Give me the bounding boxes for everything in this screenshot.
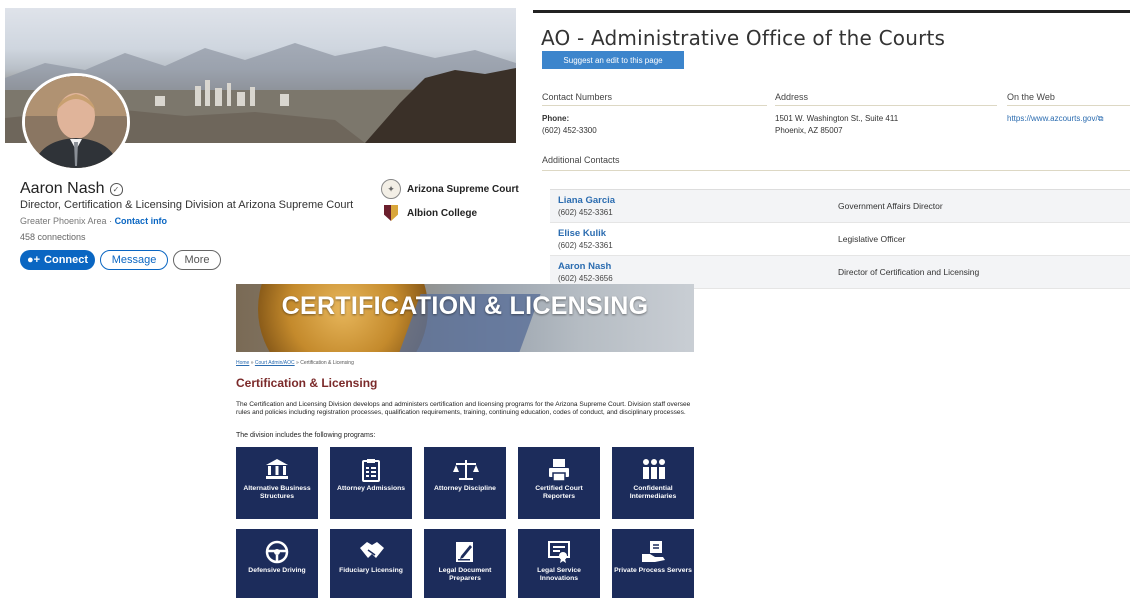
connect-button[interactable]: ●+ Connect: [20, 250, 95, 270]
contact-phone: (602) 452-3656: [558, 274, 613, 283]
column-contact-numbers: Contact Numbers: [542, 92, 767, 106]
tile-label: Private Process Servers: [614, 567, 692, 574]
address-line-2: Phoenix, AZ 85007: [775, 126, 843, 135]
table-row: Liana Garcia (602) 452-3361 Government A…: [550, 190, 1130, 223]
certification-licensing-page: CERTIFICATION & LICENSING Home » Court A…: [236, 284, 694, 598]
profile-avatar[interactable]: [22, 73, 130, 171]
printer-icon: [549, 459, 569, 482]
contact-name-link[interactable]: Liana Garcia: [558, 195, 615, 206]
contacts-table: Liana Garcia (602) 452-3361 Government A…: [550, 189, 1130, 289]
column-address: Address: [775, 92, 997, 106]
org-albion-college[interactable]: Albion College: [381, 205, 477, 221]
profile-name: Aaron Nash ✓: [20, 180, 123, 198]
profile-location-line: Greater Phoenix Area · Contact info: [20, 216, 167, 226]
add-person-icon: ●+: [26, 254, 41, 266]
profile-actions: ●+ Connect Message More: [20, 250, 221, 270]
document-pen-icon: [456, 542, 473, 562]
tile-confidential-intermediaries[interactable]: Confidential Intermediaries: [612, 447, 694, 519]
tile-alternative-business-structures[interactable]: Alternative Business Structures: [236, 447, 318, 519]
more-button[interactable]: More: [173, 250, 221, 270]
tile-label: Legal Document Preparers: [438, 567, 492, 582]
org-label: Albion College: [407, 207, 477, 219]
scales-icon: [453, 460, 479, 480]
profile-name-text: Aaron Nash: [20, 180, 105, 197]
tile-certified-court-reporters[interactable]: Certified Court Reporters: [518, 447, 600, 519]
contact-title: Director of Certification and Licensing: [838, 267, 980, 277]
tile-attorney-discipline[interactable]: Attorney Discipline: [424, 447, 506, 519]
college-shield-icon: [384, 205, 398, 221]
breadcrumb-current: Certification & Licensing: [300, 360, 354, 366]
column-on-the-web: On the Web: [1007, 92, 1130, 106]
breadcrumb-court-admin[interactable]: Court Admin/AOC: [255, 360, 295, 366]
programs-intro: The division includes the following prog…: [236, 432, 376, 439]
contact-name-link[interactable]: Aaron Nash: [558, 261, 611, 272]
verified-shield-icon: ✓: [109, 182, 123, 196]
contact-title: Legislative Officer: [838, 234, 906, 244]
additional-contacts-heading: Additional Contacts: [542, 155, 1130, 171]
address-cell: 1501 W. Washington St., Suite 411 Phoeni…: [775, 113, 898, 137]
ao-directory-panel: AO - Administrative Office of the Courts…: [533, 0, 1130, 289]
hero-banner: CERTIFICATION & LICENSING: [236, 284, 694, 352]
tile-label: Confidential Intermediaries: [629, 485, 677, 500]
top-border: [533, 10, 1130, 13]
tile-attorney-admissions[interactable]: Attorney Admissions: [330, 447, 412, 519]
message-button[interactable]: Message: [100, 250, 168, 270]
breadcrumb-home[interactable]: Home: [236, 360, 249, 366]
handshake-icon: [360, 542, 384, 558]
contact-name-link[interactable]: Elise Kulik: [558, 228, 606, 239]
website-link[interactable]: https://www.azcourts.gov/⧉: [1007, 113, 1103, 125]
people-icon: [643, 459, 665, 479]
contact-phone: (602) 452-3361: [558, 241, 613, 250]
profile-location: Greater Phoenix Area: [20, 216, 107, 226]
tile-label: Defensive Driving: [248, 567, 306, 574]
connections-count: 458 connections: [20, 232, 86, 242]
contact-info-link[interactable]: Contact info: [115, 216, 168, 226]
external-link-icon: ⧉: [1097, 114, 1104, 123]
suggest-edit-button[interactable]: Suggest an edit to this page: [542, 51, 684, 69]
org-arizona-supreme-court[interactable]: ✦ Arizona Supreme Court: [381, 179, 519, 199]
address-line-1: 1501 W. Washington St., Suite 411: [775, 114, 899, 123]
page-title: AO - Administrative Office of the Courts: [541, 26, 946, 50]
table-row: Elise Kulik (602) 452-3361 Legislative O…: [550, 223, 1130, 256]
phone-cell: Phone: (602) 452-3300: [542, 113, 597, 137]
tile-legal-document-preparers[interactable]: Legal Document Preparers: [424, 529, 506, 598]
court-seal-icon: ✦: [381, 179, 401, 199]
tile-private-process-servers[interactable]: Private Process Servers: [612, 529, 694, 598]
tile-label: Fiduciary Licensing: [339, 567, 403, 574]
certificate-icon: [548, 541, 570, 563]
tile-label: Certified Court Reporters: [535, 485, 583, 500]
website-url: https://www.azcourts.gov/: [1007, 114, 1098, 123]
division-description: The Certification and Licensing Division…: [236, 401, 691, 416]
contact-phone: (602) 452-3361: [558, 208, 613, 217]
connect-label: Connect: [44, 254, 89, 266]
contact-title: Government Affairs Director: [838, 201, 943, 211]
clipboard-icon: [362, 459, 380, 482]
section-heading: Certification & Licensing: [236, 376, 378, 390]
phone-label: Phone:: [542, 114, 570, 123]
bank-icon: [266, 459, 288, 479]
tile-fiduciary-licensing[interactable]: Fiduciary Licensing: [330, 529, 412, 598]
phone-number: (602) 452-3300: [542, 126, 597, 135]
location-separator: ·: [106, 216, 115, 226]
org-label: Arizona Supreme Court: [407, 183, 519, 195]
tile-label: Attorney Admissions: [336, 485, 406, 492]
tile-label: Alternative Business Structures: [243, 485, 311, 500]
profile-headline: Director, Certification & Licensing Divi…: [20, 199, 354, 211]
linkedin-profile-card: Aaron Nash ✓ Director, Certification & L…: [0, 0, 520, 285]
steering-wheel-icon: [265, 540, 289, 564]
hand-document-icon: [642, 541, 665, 562]
breadcrumb: Home » Court Admin/AOC » Certification &…: [236, 360, 354, 366]
tile-defensive-driving[interactable]: Defensive Driving: [236, 529, 318, 598]
tile-label: Attorney Discipline: [434, 485, 496, 492]
hero-title: CERTIFICATION & LICENSING: [281, 292, 649, 320]
tile-legal-service-innovations[interactable]: Legal Service Innovations: [518, 529, 600, 598]
tile-label: Legal Service Innovations: [537, 567, 581, 582]
